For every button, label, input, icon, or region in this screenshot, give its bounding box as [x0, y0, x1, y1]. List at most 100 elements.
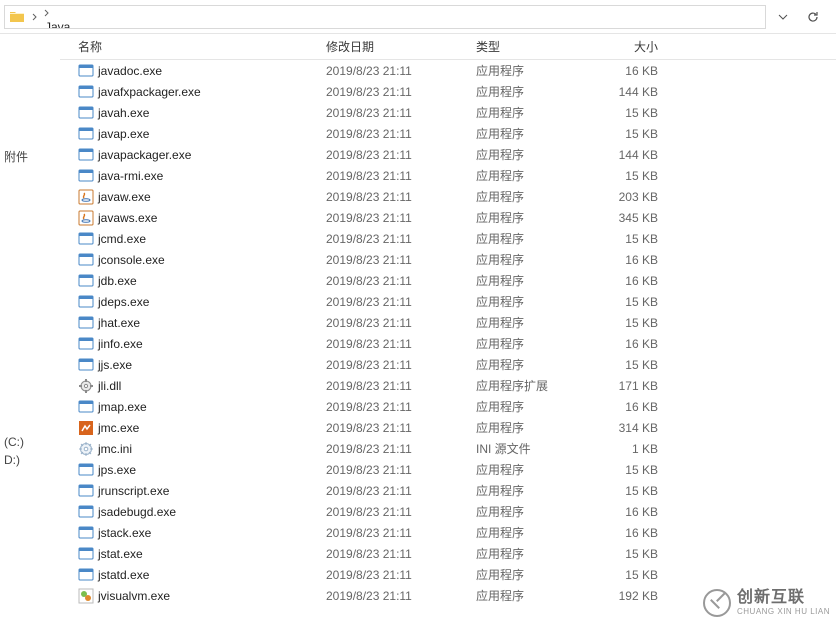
file-date: 2019/8/23 21:11	[320, 169, 470, 183]
header-name[interactable]: 名称	[60, 38, 320, 55]
file-name: jstat.exe	[98, 547, 143, 561]
table-row[interactable]: javafxpackager.exe2019/8/23 21:11应用程序144…	[60, 81, 836, 102]
file-size: 15 KB	[590, 358, 680, 372]
file-type: 应用程序	[470, 566, 590, 583]
file-type: 应用程序	[470, 83, 590, 100]
file-size: 144 KB	[590, 85, 680, 99]
table-row[interactable]: javaw.exe2019/8/23 21:11应用程序203 KB	[60, 186, 836, 207]
file-type: 应用程序	[470, 524, 590, 541]
chevron-right-icon[interactable]	[41, 9, 53, 17]
file-icon	[78, 588, 94, 604]
table-row[interactable]: java-rmi.exe2019/8/23 21:11应用程序15 KB	[60, 165, 836, 186]
sidebar-attachments[interactable]: 附件	[0, 146, 60, 167]
file-date: 2019/8/23 21:11	[320, 526, 470, 540]
table-row[interactable]: jdeps.exe2019/8/23 21:11应用程序15 KB	[60, 291, 836, 312]
table-row[interactable]: javaws.exe2019/8/23 21:11应用程序345 KB	[60, 207, 836, 228]
file-icon	[78, 420, 94, 436]
table-row[interactable]: jconsole.exe2019/8/23 21:11应用程序16 KB	[60, 249, 836, 270]
file-list-pane: 名称 修改日期 类型 大小 javadoc.exe2019/8/23 21:11…	[60, 34, 836, 621]
file-size: 16 KB	[590, 505, 680, 519]
refresh-button[interactable]	[800, 5, 826, 29]
file-name: jdb.exe	[98, 274, 137, 288]
table-row[interactable]: javah.exe2019/8/23 21:11应用程序15 KB	[60, 102, 836, 123]
file-date: 2019/8/23 21:11	[320, 106, 470, 120]
file-name: javapackager.exe	[98, 148, 191, 162]
table-row[interactable]: javadoc.exe2019/8/23 21:11应用程序16 KB	[60, 60, 836, 81]
table-row[interactable]: jmc.exe2019/8/23 21:11应用程序314 KB	[60, 417, 836, 438]
table-row[interactable]: jdb.exe2019/8/23 21:11应用程序16 KB	[60, 270, 836, 291]
breadcrumb-item[interactable]: Program Files	[41, 5, 126, 6]
file-date: 2019/8/23 21:11	[320, 211, 470, 225]
file-type: 应用程序	[470, 104, 590, 121]
file-size: 15 KB	[590, 463, 680, 477]
header-type[interactable]: 类型	[470, 38, 590, 55]
chevron-right-icon[interactable]	[29, 13, 41, 21]
breadcrumb-item[interactable]: Java	[41, 20, 126, 29]
file-name: jstack.exe	[98, 526, 151, 540]
breadcrumb-path[interactable]: 此电脑本地磁盘 (C:)Program FilesJavajdk1.8.0_22…	[4, 5, 766, 29]
file-size: 16 KB	[590, 400, 680, 414]
table-row[interactable]: jcmd.exe2019/8/23 21:11应用程序15 KB	[60, 228, 836, 249]
file-type: 应用程序	[470, 482, 590, 499]
table-row[interactable]: jhat.exe2019/8/23 21:11应用程序15 KB	[60, 312, 836, 333]
table-row[interactable]: javapackager.exe2019/8/23 21:11应用程序144 K…	[60, 144, 836, 165]
file-type: 应用程序	[470, 335, 590, 352]
file-type: 应用程序	[470, 461, 590, 478]
table-row[interactable]: jstatd.exe2019/8/23 21:11应用程序15 KB	[60, 564, 836, 585]
header-date[interactable]: 修改日期	[320, 38, 470, 55]
table-row[interactable]: jinfo.exe2019/8/23 21:11应用程序16 KB	[60, 333, 836, 354]
file-icon	[78, 441, 94, 457]
file-size: 15 KB	[590, 127, 680, 141]
file-size: 16 KB	[590, 526, 680, 540]
file-icon	[78, 231, 94, 247]
file-size: 203 KB	[590, 190, 680, 204]
file-date: 2019/8/23 21:11	[320, 190, 470, 204]
file-type: 应用程序	[470, 356, 590, 373]
file-size: 16 KB	[590, 274, 680, 288]
table-row[interactable]: jrunscript.exe2019/8/23 21:11应用程序15 KB	[60, 480, 836, 501]
file-type: 应用程序	[470, 62, 590, 79]
file-type: 应用程序	[470, 146, 590, 163]
address-bar: 此电脑本地磁盘 (C:)Program FilesJavajdk1.8.0_22…	[0, 0, 836, 34]
table-row[interactable]: jvisualvm.exe2019/8/23 21:11应用程序192 KB	[60, 585, 836, 606]
file-type: INI 源文件	[470, 440, 590, 457]
table-row[interactable]: jjs.exe2019/8/23 21:11应用程序15 KB	[60, 354, 836, 375]
sidebar-drive-d[interactable]: D:)	[0, 451, 60, 469]
file-date: 2019/8/23 21:11	[320, 127, 470, 141]
file-date: 2019/8/23 21:11	[320, 337, 470, 351]
file-type: 应用程序	[470, 503, 590, 520]
file-date: 2019/8/23 21:11	[320, 316, 470, 330]
file-date: 2019/8/23 21:11	[320, 295, 470, 309]
file-date: 2019/8/23 21:11	[320, 505, 470, 519]
file-name: jmc.exe	[98, 421, 139, 435]
table-row[interactable]: jmap.exe2019/8/23 21:11应用程序16 KB	[60, 396, 836, 417]
table-row[interactable]: jsadebugd.exe 2019/8/23 21:11应用程序16 KB	[60, 501, 836, 522]
file-name: javaws.exe	[98, 211, 157, 225]
table-row[interactable]: javap.exe2019/8/23 21:11应用程序15 KB	[60, 123, 836, 144]
file-icon	[78, 147, 94, 163]
file-name: javap.exe	[98, 127, 149, 141]
file-size: 1 KB	[590, 442, 680, 456]
file-size: 15 KB	[590, 106, 680, 120]
table-row[interactable]: jmc.ini2019/8/23 21:11INI 源文件1 KB	[60, 438, 836, 459]
file-icon	[78, 294, 94, 310]
file-name: jjs.exe	[98, 358, 132, 372]
table-row[interactable]: jstack.exe 2019/8/23 21:11应用程序16 KB	[60, 522, 836, 543]
file-type: 应用程序	[470, 314, 590, 331]
dropdown-button[interactable]	[770, 5, 796, 29]
file-size: 15 KB	[590, 295, 680, 309]
table-row[interactable]: jps.exe2019/8/23 21:11应用程序15 KB	[60, 459, 836, 480]
file-name: jli.dll	[98, 379, 121, 393]
file-date: 2019/8/23 21:11	[320, 232, 470, 246]
file-name: jmap.exe	[98, 400, 147, 414]
file-type: 应用程序扩展	[470, 377, 590, 394]
file-date: 2019/8/23 21:11	[320, 463, 470, 477]
table-row[interactable]: jstat.exe2019/8/23 21:11应用程序15 KB	[60, 543, 836, 564]
file-name: jsadebugd.exe	[98, 505, 176, 519]
file-size: 15 KB	[590, 547, 680, 561]
file-icon	[78, 273, 94, 289]
table-row[interactable]: jli.dll2019/8/23 21:11应用程序扩展171 KB	[60, 375, 836, 396]
header-size[interactable]: 大小	[590, 38, 680, 55]
sidebar-drive-c[interactable]: (C:)	[0, 433, 60, 451]
file-date: 2019/8/23 21:11	[320, 547, 470, 561]
